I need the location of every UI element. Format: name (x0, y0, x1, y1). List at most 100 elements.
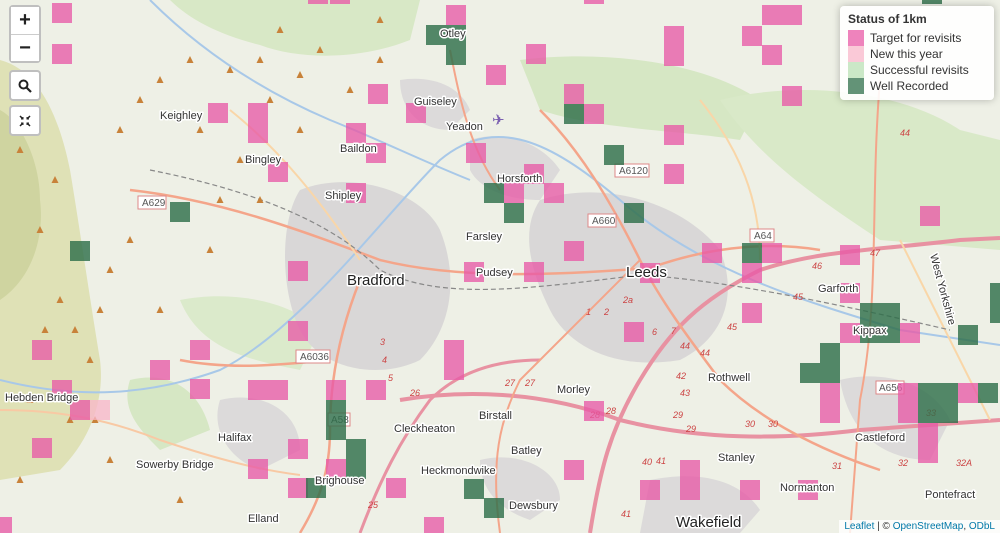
grid-square-target[interactable] (742, 263, 762, 283)
grid-square-target[interactable] (564, 241, 584, 261)
grid-square-target[interactable] (584, 104, 604, 124)
grid-square-well-recorded[interactable] (742, 243, 762, 263)
search-button[interactable] (9, 70, 41, 101)
svg-text:25: 25 (367, 500, 379, 510)
grid-square-target[interactable] (840, 245, 860, 265)
zoom-out-button[interactable]: − (11, 34, 39, 61)
grid-square-target[interactable] (52, 3, 72, 23)
grid-square-well-recorded[interactable] (446, 45, 466, 65)
place-bingley: Bingley (245, 154, 282, 166)
grid-square-well-recorded[interactable] (504, 203, 524, 223)
grid-square-well-recorded[interactable] (484, 183, 504, 203)
grid-square-well-recorded[interactable] (346, 439, 366, 479)
grid-square-well-recorded[interactable] (990, 283, 1000, 323)
grid-square-target[interactable] (664, 26, 684, 66)
zoom-in-button[interactable]: + (11, 7, 39, 34)
grid-square-target[interactable] (386, 478, 406, 498)
grid-square-target[interactable] (330, 0, 350, 4)
grid-square-target[interactable] (920, 206, 940, 226)
grid-square-target[interactable] (308, 0, 328, 4)
grid-square-target[interactable] (762, 5, 802, 25)
grid-square-target[interactable] (486, 65, 506, 85)
grid-square-target[interactable] (326, 380, 346, 400)
grid-square-target[interactable] (524, 262, 544, 282)
legend-item-new: New this year (848, 46, 986, 62)
grid-square-well-recorded[interactable] (820, 343, 840, 363)
grid-square-target[interactable] (584, 0, 604, 4)
grid-square-target[interactable] (742, 303, 762, 323)
grid-square-target[interactable] (564, 460, 584, 480)
grid-square-well-recorded[interactable] (604, 145, 624, 165)
grid-square-target[interactable] (248, 380, 288, 400)
grid-square-well-recorded[interactable] (860, 303, 900, 323)
grid-square-target[interactable] (762, 45, 782, 65)
grid-square-new[interactable] (90, 400, 110, 420)
grid-square-target[interactable] (424, 517, 444, 533)
grid-square-well-recorded[interactable] (820, 363, 840, 383)
grid-square-target[interactable] (782, 86, 802, 106)
grid-square-well-recorded[interactable] (326, 400, 346, 420)
grid-square-target[interactable] (958, 383, 978, 403)
grid-square-well-recorded[interactable] (70, 241, 90, 261)
grid-square-target[interactable] (898, 383, 918, 423)
grid-square-well-recorded[interactable] (464, 479, 484, 499)
grid-square-target[interactable] (544, 183, 564, 203)
grid-square-target[interactable] (190, 379, 210, 399)
grid-square-target[interactable] (346, 123, 366, 143)
grid-square-target[interactable] (446, 5, 466, 25)
odbl-link[interactable]: ODbL (969, 521, 995, 532)
grid-square-target[interactable] (680, 460, 700, 500)
grid-square-well-recorded[interactable] (624, 203, 644, 223)
grid-square-target[interactable] (444, 340, 464, 380)
grid-square-target[interactable] (208, 103, 228, 123)
grid-square-target[interactable] (248, 459, 268, 479)
grid-square-well-recorded[interactable] (978, 383, 998, 403)
grid-square-target[interactable] (288, 478, 308, 498)
grid-square-target[interactable] (366, 380, 386, 400)
grid-square-target[interactable] (762, 243, 782, 263)
grid-square-well-recorded[interactable] (484, 498, 504, 518)
grid-square-target[interactable] (288, 261, 308, 281)
grid-square-target[interactable] (584, 401, 604, 421)
grid-square-target[interactable] (624, 322, 644, 342)
grid-square-target[interactable] (664, 125, 684, 145)
grid-square-well-recorded[interactable] (958, 325, 978, 345)
grid-square-target[interactable] (564, 84, 584, 104)
grid-square-target[interactable] (918, 423, 938, 463)
grid-square-well-recorded[interactable] (800, 363, 820, 383)
grid-square-target[interactable] (900, 323, 920, 343)
grid-square-target[interactable] (288, 439, 308, 459)
svg-text:29: 29 (685, 424, 696, 434)
grid-square-target[interactable] (190, 340, 210, 360)
grid-square-target[interactable] (702, 243, 722, 263)
grid-square-target[interactable] (742, 26, 762, 46)
grid-square-well-recorded[interactable] (922, 0, 942, 4)
grid-square-target[interactable] (248, 103, 268, 143)
legend-swatch (848, 62, 864, 78)
grid-square-target[interactable] (640, 480, 660, 500)
place-halifax: Halifax (218, 432, 252, 444)
grid-square-target[interactable] (368, 84, 388, 104)
grid-square-target[interactable] (740, 480, 760, 500)
place-elland: Elland (248, 513, 279, 525)
grid-square-target[interactable] (664, 164, 684, 184)
fullscreen-button[interactable] (9, 105, 41, 136)
leaflet-link[interactable]: Leaflet (844, 521, 874, 532)
grid-square-target[interactable] (526, 44, 546, 64)
grid-square-target[interactable] (150, 360, 170, 380)
map-container[interactable]: 444746 454544 444243 292930 302828 27272… (0, 0, 1000, 533)
grid-square-target[interactable] (0, 517, 12, 533)
grid-square-target[interactable] (288, 321, 308, 341)
grid-square-well-recorded[interactable] (170, 202, 190, 222)
grid-square-well-recorded[interactable] (326, 420, 346, 440)
grid-square-target[interactable] (504, 183, 524, 203)
grid-square-target[interactable] (32, 340, 52, 360)
grid-square-well-recorded[interactable] (564, 104, 584, 124)
grid-square-well-recorded[interactable] (918, 383, 958, 423)
svg-text:44: 44 (900, 128, 910, 138)
osm-link[interactable]: OpenStreetMap (893, 521, 964, 532)
grid-square-target[interactable] (820, 383, 840, 423)
grid-square-target[interactable] (32, 438, 52, 458)
grid-square-target[interactable] (466, 143, 486, 163)
grid-square-target[interactable] (52, 44, 72, 64)
